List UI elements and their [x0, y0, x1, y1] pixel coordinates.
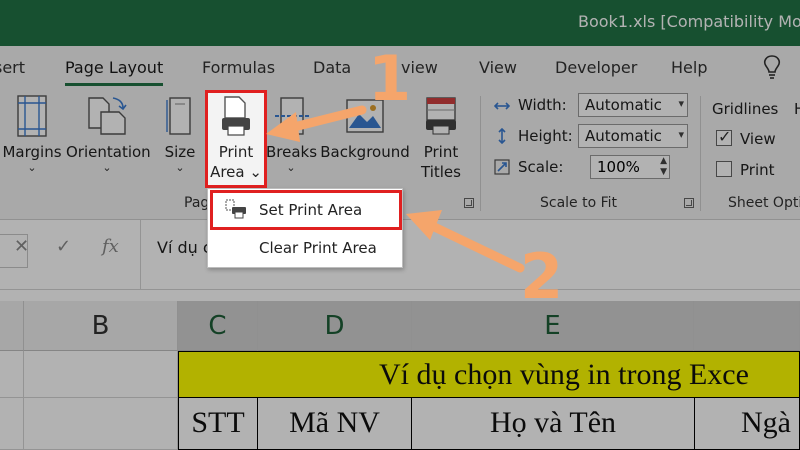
- step-number-2: 2: [520, 240, 564, 313]
- arrow-2-icon: [406, 210, 525, 273]
- arrow-1-icon: [266, 105, 367, 142]
- step-number-1: 1: [368, 42, 412, 115]
